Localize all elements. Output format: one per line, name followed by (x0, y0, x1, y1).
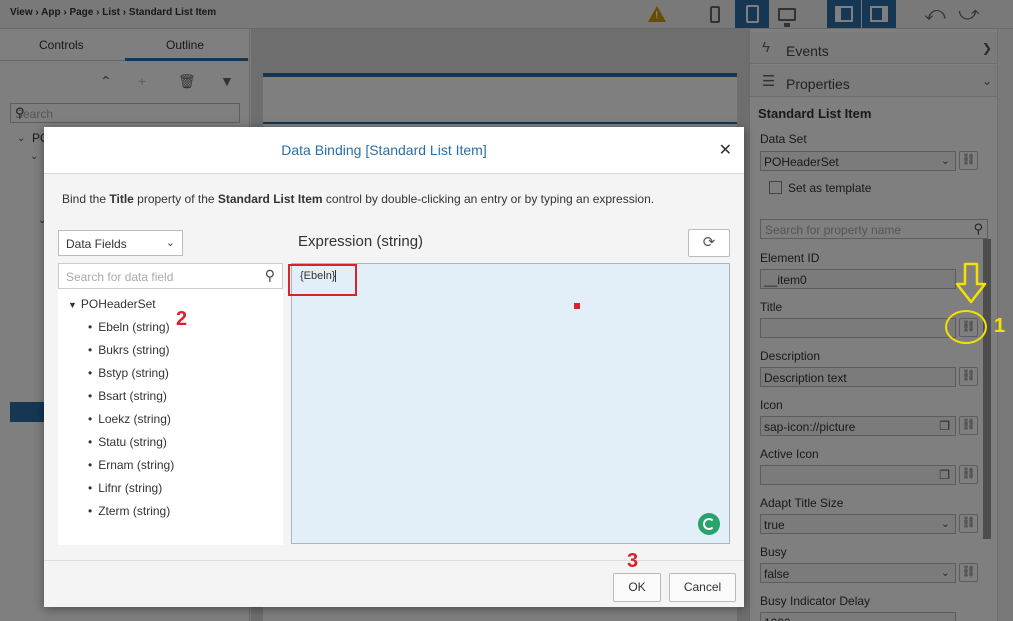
dialog-instruction: Bind the Title property of the Standard … (62, 192, 654, 206)
cancel-button[interactable]: Cancel (669, 573, 736, 602)
data-field-search-input[interactable]: Search for data field ⚲ (58, 263, 283, 289)
tree-item[interactable]: Bukrs (string) (88, 343, 169, 357)
tree-item[interactable]: Zterm (string) (88, 504, 170, 518)
tree-item[interactable]: Lifnr (string) (88, 481, 162, 495)
annotation-arrow-down-icon (955, 262, 987, 304)
close-icon[interactable]: ✕ (719, 140, 732, 160)
dialog-title: Data Binding [Standard List Item] (281, 142, 487, 158)
tree-root-label: POHeaderSet (80, 297, 156, 311)
tree-item[interactable]: Bsart (string) (88, 389, 167, 403)
refresh-button[interactable]: ⟳ (688, 229, 730, 257)
tree-item[interactable]: Ebeln (string) (88, 320, 169, 334)
annotation-step-1: 1 (994, 315, 1006, 337)
chevron-down-icon: ⌄ (165, 237, 175, 249)
instruction-text: control by double-clicking an entry or b… (322, 192, 655, 206)
annotation-highlight-expression (288, 264, 357, 296)
triangle-down-icon[interactable]: ▼ (68, 300, 77, 310)
ok-button[interactable]: OK (613, 573, 661, 602)
dialog-footer: OK Cancel (44, 560, 744, 607)
tree-root-item[interactable]: ▼ POHeaderSet (68, 297, 156, 311)
refresh-icon: ⟳ (702, 234, 716, 251)
instruction-text: property of the (133, 192, 218, 206)
annotation-step-2: 2 (176, 308, 188, 330)
data-field-tree: Search for data field ⚲ ▼POHeaderSet Ebe… (58, 263, 283, 545)
data-binding-dialog: Data Binding [Standard List Item] ✕ Bind… (44, 127, 744, 607)
search-icon: ⚲ (264, 267, 275, 283)
tree-item[interactable]: Statu (string) (88, 435, 167, 449)
tree-item[interactable]: Bstyp (string) (88, 366, 169, 380)
annotation-circle-title-bind (945, 310, 987, 344)
data-field-search-placeholder: Search for data field (66, 270, 174, 284)
instruction-property: Title (109, 192, 134, 206)
expression-editor[interactable]: {Ebeln} (291, 263, 730, 544)
data-fields-select[interactable]: Data Fields ⌄ (58, 230, 183, 256)
dialog-header: Data Binding [Standard List Item] ✕ (44, 127, 744, 174)
instruction-control: Standard List Item (217, 192, 323, 206)
data-fields-value: Data Fields (66, 237, 127, 251)
expression-label: Expression (string) (298, 233, 424, 250)
red-marker-dot (574, 303, 580, 309)
tree-item[interactable]: Ernam (string) (88, 458, 174, 472)
annotation-step-3: 3 (627, 550, 639, 572)
tree-item[interactable]: Loekz (string) (88, 412, 171, 426)
busy-indicator-icon (698, 513, 720, 535)
instruction-text: Bind the (62, 192, 110, 206)
